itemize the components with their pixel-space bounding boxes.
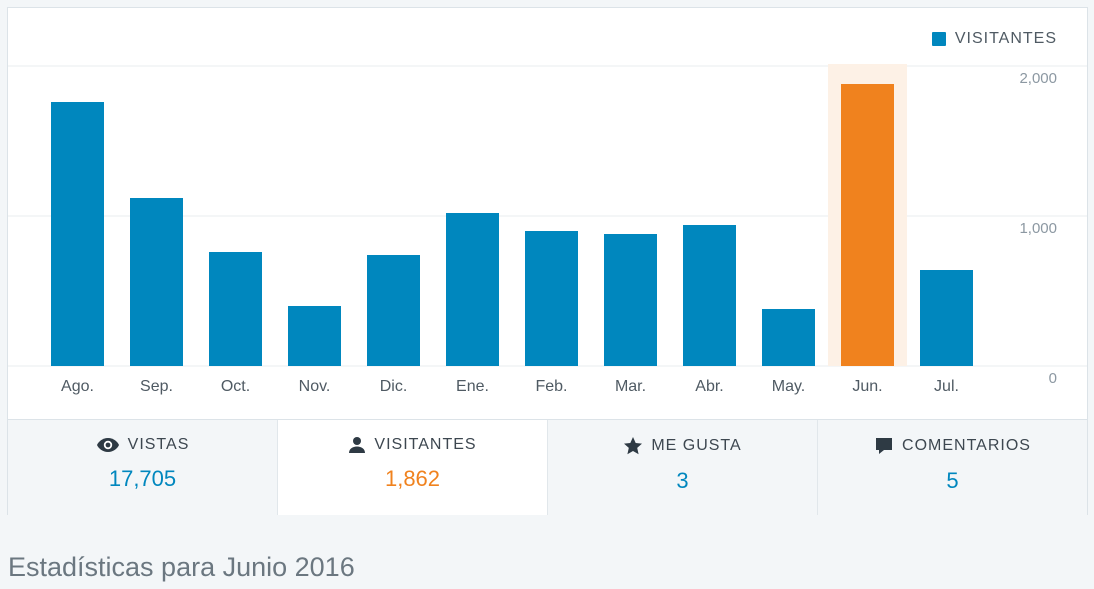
person-icon — [349, 437, 366, 453]
comment-icon — [876, 438, 893, 454]
tab-label-visitantes: VISITANTES — [374, 436, 477, 453]
bar-abr — [683, 225, 736, 366]
y-tick-labels: 0 1,000 2,000 — [1019, 70, 1057, 387]
x-tick-label: Abr. — [695, 378, 723, 395]
tab-vistas[interactable]: VISTAS 17,705 — [8, 420, 278, 515]
bar-jul — [920, 270, 973, 366]
bar-feb — [525, 231, 578, 366]
page-title: Estadísticas para Junio 2016 — [8, 552, 355, 582]
y-tick-label: 0 — [1049, 370, 1057, 387]
tab-value-me-gusta: 3 — [676, 468, 689, 493]
tab-me-gusta[interactable]: ME GUSTA 3 — [548, 420, 818, 515]
bar-jun — [841, 84, 894, 366]
x-tick-label: Feb. — [535, 378, 567, 395]
bar-may — [762, 309, 815, 366]
bar-nov — [288, 306, 341, 366]
y-tick-label: 2,000 — [1019, 70, 1057, 87]
y-tick-label: 1,000 — [1019, 220, 1057, 237]
bar-mar — [604, 234, 657, 366]
x-tick-label: May. — [772, 378, 805, 395]
tab-label-me-gusta: ME GUSTA — [651, 437, 742, 454]
tab-label-comentarios: COMENTARIOS — [902, 437, 1031, 454]
bar-chart: Ago. Sep. Oct. Nov. Dic. Ene. Feb. Mar. Abr. May.… — [8, 64, 1087, 395]
bar-ene — [446, 213, 499, 366]
star-icon — [624, 437, 643, 455]
tab-label-vistas: VISTAS — [127, 436, 190, 453]
bar-oct — [209, 252, 262, 366]
x-tick-label: Ene. — [456, 378, 489, 395]
stats-card: VISITANTES Ago. Sep. Oct. Nov. Dic. Ene. Feb. M… — [7, 7, 1088, 515]
bar-ago — [51, 102, 104, 366]
bar-dic — [367, 255, 420, 366]
stats-tabs: VISTAS 17,705 VISITANTES 1,862 ME GUSTA … — [8, 419, 1087, 515]
bar-sep — [130, 198, 183, 366]
tab-comentarios[interactable]: COMENTARIOS 5 — [818, 420, 1087, 515]
tab-value-vistas: 17,705 — [108, 466, 177, 491]
x-tick-label: Ago. — [61, 378, 94, 395]
x-tick-label: Nov. — [299, 378, 331, 395]
x-tick-label: Oct. — [221, 378, 250, 395]
tab-value-comentarios: 5 — [946, 468, 959, 493]
x-tick-labels: Ago. Sep. Oct. Nov. Dic. Ene. Feb. Mar. Abr. May.… — [61, 378, 959, 395]
x-tick-label: Dic. — [380, 378, 408, 395]
tab-visitantes[interactable]: VISITANTES 1,862 — [278, 420, 548, 515]
tab-value-visitantes: 1,862 — [384, 466, 441, 491]
x-tick-label: Mar. — [615, 378, 646, 395]
x-tick-label: Sep. — [140, 378, 173, 395]
x-tick-label: Jul. — [934, 378, 959, 395]
eye-icon — [96, 438, 119, 452]
x-tick-label: Jun. — [852, 378, 882, 395]
